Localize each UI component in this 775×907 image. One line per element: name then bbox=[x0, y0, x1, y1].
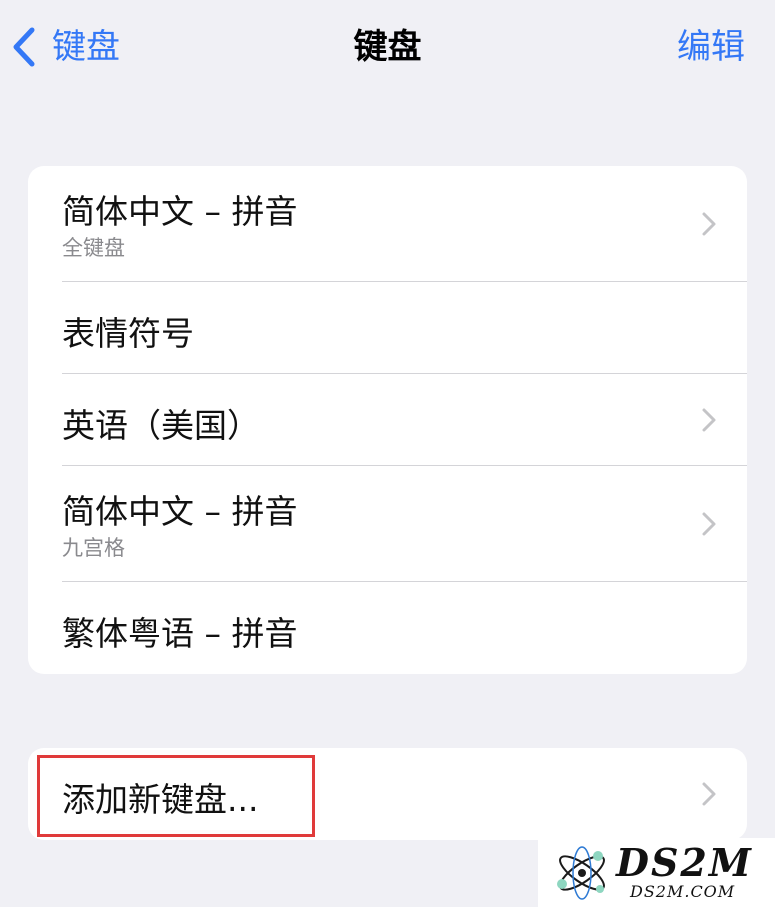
add-keyboard-group: 添加新键盘... bbox=[28, 748, 747, 840]
keyboard-item-emoji[interactable]: 表情符号 bbox=[28, 282, 747, 374]
watermark: DS2M DS2M.COM bbox=[538, 838, 775, 907]
watermark-brand: DS2M bbox=[616, 840, 753, 885]
keyboard-item-subtitle: 九宫格 bbox=[62, 536, 125, 560]
keyboard-list: 简体中文 – 拼音 全键盘 表情符号 英语（美国） 简体中文 – 拼音 九宫格 … bbox=[28, 166, 747, 674]
keyboard-item-title: 简体中文 – 拼音 bbox=[62, 492, 298, 531]
chevron-right-icon bbox=[701, 511, 717, 537]
keyboard-item-pinyin-9key[interactable]: 简体中文 – 拼音 九宫格 bbox=[28, 466, 747, 582]
chevron-right-icon bbox=[701, 211, 717, 237]
keyboard-item-title: 英语（美国） bbox=[62, 406, 260, 445]
keyboard-item-title: 简体中文 – 拼音 bbox=[62, 192, 298, 231]
add-keyboard-label: 添加新键盘... bbox=[62, 780, 259, 819]
keyboard-item-cantonese-pinyin[interactable]: 繁体粤语 – 拼音 bbox=[28, 582, 747, 674]
watermark-url: DS2M.COM bbox=[630, 882, 736, 901]
add-keyboard-button[interactable]: 添加新键盘... bbox=[28, 748, 747, 840]
keyboard-item-pinyin-full[interactable]: 简体中文 – 拼音 全键盘 bbox=[28, 166, 747, 282]
atom-logo-icon bbox=[552, 844, 612, 906]
chevron-right-icon bbox=[701, 781, 717, 807]
edit-button[interactable]: 编辑 bbox=[677, 24, 745, 70]
page-title: 键盘 bbox=[353, 27, 422, 67]
navigation-bar: 键盘 键盘 编辑 bbox=[0, 0, 775, 95]
keyboard-item-title: 表情符号 bbox=[62, 314, 194, 353]
keyboard-item-subtitle: 全键盘 bbox=[62, 236, 125, 260]
chevron-right-icon bbox=[701, 407, 717, 433]
keyboard-item-english-us[interactable]: 英语（美国） bbox=[28, 374, 747, 466]
keyboard-item-title: 繁体粤语 – 拼音 bbox=[62, 614, 298, 653]
